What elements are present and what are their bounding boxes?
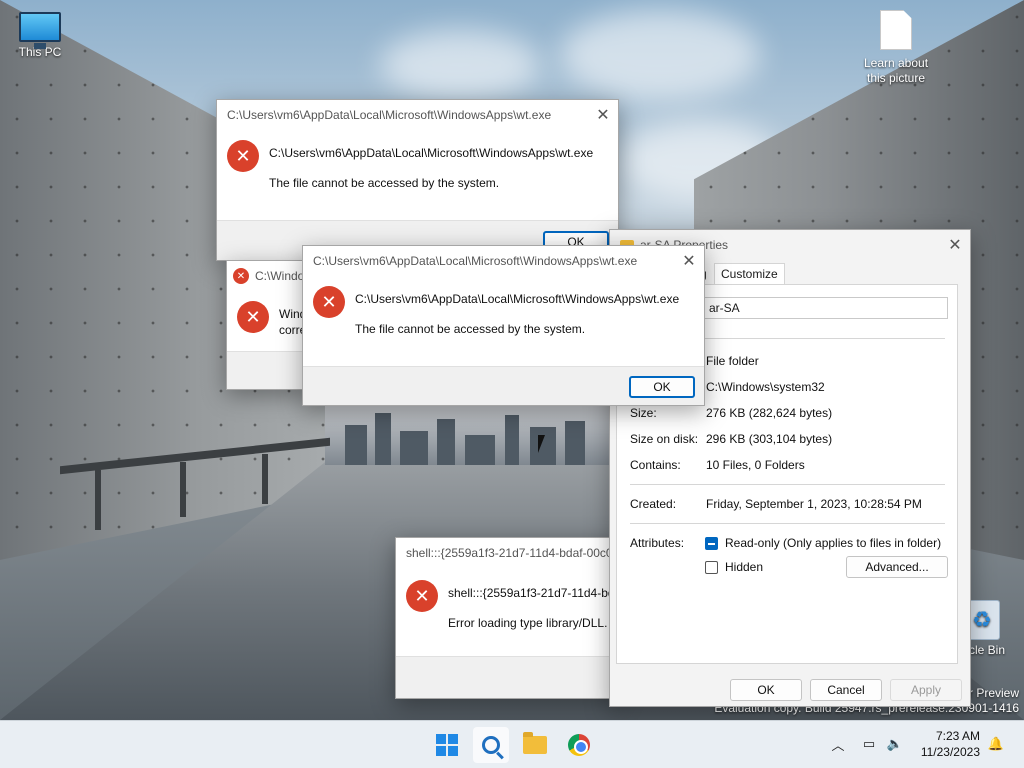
- cloud: [380, 30, 540, 100]
- network-icon[interactable]: ▭: [860, 735, 878, 753]
- speaker-muted-icon[interactable]: 🔈: [886, 735, 904, 753]
- desktop-icon-this-pc[interactable]: This PC: [0, 12, 80, 60]
- hidden-label: Hidden: [725, 560, 764, 574]
- attributes-label: Attributes:: [630, 536, 685, 550]
- dialog-body: ✕ C:\Users\vm6\AppData\Local\Microsoft\W…: [217, 130, 618, 220]
- dialog-message: Error loading type library/DLL.: [448, 616, 608, 630]
- dialog-titlebar: shell:::{2559a1f3-21d7-11d4-bdaf-00c0: [396, 538, 619, 568]
- chrome-icon: [568, 734, 590, 756]
- readonly-label: Read-only (Only applies to files in fold…: [725, 536, 942, 550]
- desktop-icon-label-line1: Learn about: [863, 56, 929, 70]
- advanced-button[interactable]: Advanced...: [846, 556, 948, 578]
- notification-bell-icon[interactable]: 🔔: [987, 735, 1005, 753]
- close-icon[interactable]: ✕: [674, 246, 704, 276]
- error-icon: ✕: [227, 140, 259, 172]
- desktop-icon-learn-about-picture[interactable]: Learn about this picture: [856, 10, 936, 86]
- error-icon: ✕: [237, 301, 269, 333]
- chevron-up-icon[interactable]: ︿: [829, 735, 847, 753]
- railing-post: [180, 462, 186, 517]
- file-explorer-icon: [523, 732, 547, 754]
- cancel-button[interactable]: Cancel: [810, 679, 882, 701]
- close-icon[interactable]: ✕: [588, 100, 618, 130]
- dialog-footer: [396, 656, 619, 698]
- watermark-line1: r Preview: [968, 686, 1019, 700]
- dialog-footer: [227, 351, 305, 389]
- desktop-icon-label-line2: this picture: [866, 71, 926, 85]
- dialog-title: shell:::{2559a1f3-21d7-11d4-bdaf-00c0: [406, 546, 613, 560]
- start-button[interactable]: [429, 727, 465, 763]
- ok-button[interactable]: OK: [730, 679, 802, 701]
- search-button[interactable]: [473, 727, 509, 763]
- size-label: Size:: [630, 406, 657, 420]
- mouse-cursor-icon: [538, 435, 545, 453]
- railing-post: [262, 454, 268, 504]
- search-icon: [482, 736, 500, 754]
- clock-date[interactable]: 11/23/2023: [906, 745, 980, 759]
- apply-button[interactable]: Apply: [890, 679, 962, 701]
- taskbar: ︿ ▭ 🔈 7:23 AM 11/23/2023 🔔: [0, 720, 1024, 768]
- dialog-title: C:\Users\vm6\AppData\Local\Microsoft\Win…: [227, 108, 552, 122]
- dialog-titlebar: C:\Users\vm6\AppData\Local\Microsoft\Win…: [217, 100, 618, 130]
- error-dialog-windows-partial: ✕ C:\Windo ✕ Wind corre: [226, 260, 306, 390]
- dialog-message: The file cannot be accessed by the syste…: [355, 322, 586, 336]
- error-icon: ✕: [406, 580, 438, 612]
- error-icon-small: ✕: [233, 268, 249, 284]
- contains-value: 10 Files, 0 Folders: [706, 458, 805, 472]
- readonly-checkbox[interactable]: [705, 537, 718, 550]
- divider: [630, 523, 945, 524]
- dialog-titlebar: ✕ C:\Windo: [227, 261, 305, 291]
- divider: [630, 484, 945, 485]
- monitor-icon: [19, 12, 61, 49]
- size-on-disk-value: 296 KB (303,104 bytes): [706, 432, 833, 446]
- hidden-checkbox[interactable]: [705, 561, 718, 574]
- chrome-button[interactable]: [561, 727, 597, 763]
- close-icon[interactable]: ✕: [940, 230, 970, 260]
- dialog-title: C:\Users\vm6\AppData\Local\Microsoft\Win…: [313, 254, 638, 268]
- ok-button[interactable]: OK: [629, 376, 695, 398]
- dialog-footer: OK: [303, 366, 704, 405]
- error-dialog-shell: shell:::{2559a1f3-21d7-11d4-bdaf-00c0 ✕ …: [395, 537, 620, 699]
- dialog-body: ✕ C:\Users\vm6\AppData\Local\Microsoft\W…: [303, 276, 704, 366]
- created-value: Friday, September 1, 2023, 10:28:54 PM: [706, 497, 922, 511]
- contains-label: Contains:: [630, 458, 681, 472]
- error-icon: ✕: [313, 286, 345, 318]
- size-on-disk-label: Size on disk:: [630, 432, 699, 446]
- dialog-heading: shell:::{2559a1f3-21d7-11d4-bd: [448, 586, 615, 600]
- type-value: File folder: [706, 354, 759, 368]
- clock-time[interactable]: 7:23 AM: [906, 729, 980, 743]
- start-icon: [436, 734, 458, 756]
- file-explorer-button[interactable]: [517, 727, 553, 763]
- dialog-titlebar: C:\Users\vm6\AppData\Local\Microsoft\Win…: [303, 246, 704, 276]
- location-value: C:\Windows\system32: [706, 380, 825, 394]
- dialog-body: ✕ shell:::{2559a1f3-21d7-11d4-bd Error l…: [396, 568, 619, 656]
- document-icon: [880, 10, 912, 50]
- size-value: 276 KB (282,624 bytes): [706, 406, 833, 420]
- cloud: [560, 10, 760, 100]
- tab-customize[interactable]: Customize: [714, 263, 785, 284]
- railing-post: [95, 470, 101, 530]
- dialog-body: ✕ Wind corre: [227, 291, 305, 351]
- dialog-heading: C:\Users\vm6\AppData\Local\Microsoft\Win…: [355, 292, 680, 306]
- error-dialog-wt-back: C:\Users\vm6\AppData\Local\Microsoft\Win…: [216, 99, 619, 261]
- dialog-title: C:\Windo: [255, 269, 305, 283]
- dialog-heading: C:\Users\vm6\AppData\Local\Microsoft\Win…: [269, 146, 594, 160]
- error-dialog-wt-front: C:\Users\vm6\AppData\Local\Microsoft\Win…: [302, 245, 705, 406]
- folder-name-input[interactable]: ar-SA: [704, 297, 948, 319]
- city-skyline: [325, 405, 615, 465]
- created-label: Created:: [630, 497, 677, 511]
- dialog-message: The file cannot be accessed by the syste…: [269, 176, 500, 190]
